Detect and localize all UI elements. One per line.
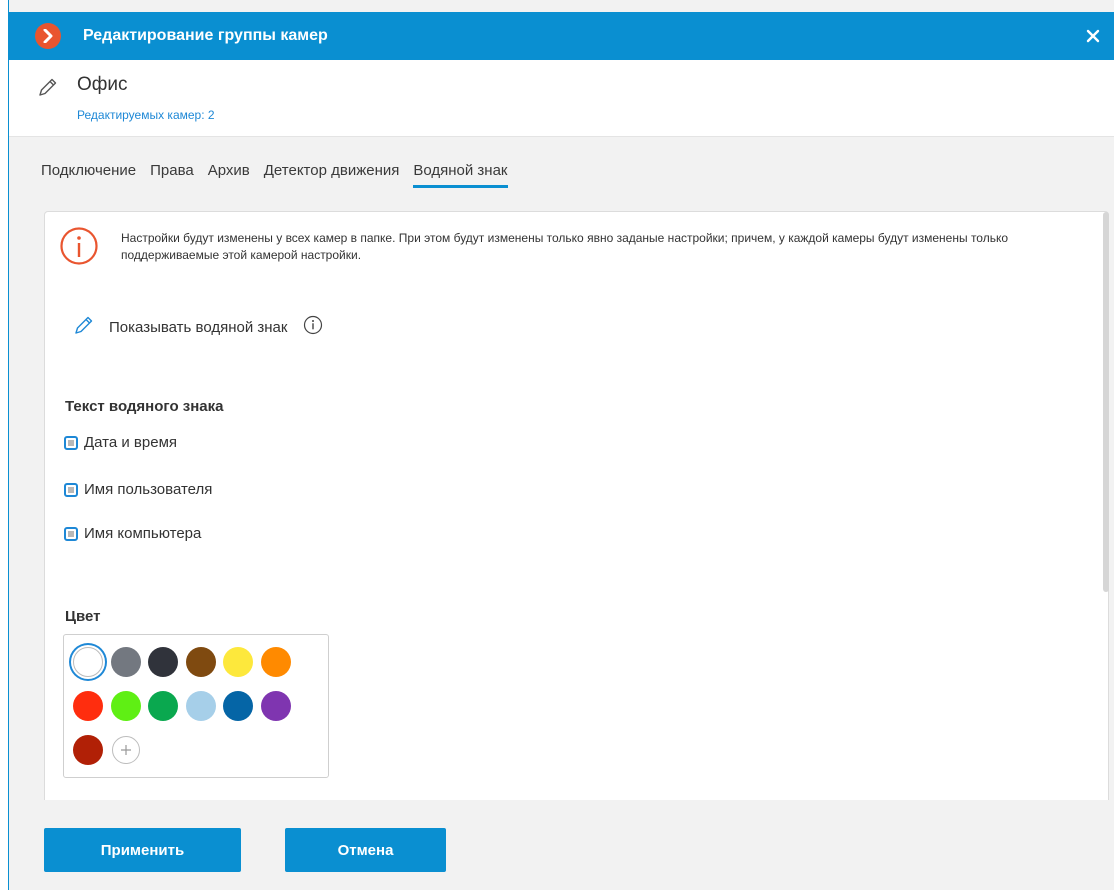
window-title: Редактирование группы камер [83, 27, 328, 44]
group-header: Офис Редактируемых камер: 2 [9, 60, 1114, 137]
group-name[interactable]: Офис [77, 74, 128, 96]
color-swatch[interactable] [223, 647, 253, 677]
edited-cameras-count: Редактируемых камер: 2 [77, 108, 215, 122]
settings-tabs: Подключение Права Архив Детектор движени… [41, 160, 522, 192]
color-swatch[interactable] [260, 647, 291, 677]
tab-motion-detector[interactable]: Детектор движения [264, 160, 400, 192]
watermark-settings-panel: Настройки будут изменены у всех камер в … [44, 211, 1109, 800]
color-swatch[interactable] [110, 647, 141, 677]
color-swatch[interactable] [73, 735, 103, 765]
color-swatch[interactable] [148, 691, 178, 721]
show-watermark-row: Показывать водяной знак [73, 314, 323, 341]
info-tooltip-icon[interactable] [303, 315, 323, 340]
color-swatch[interactable] [73, 691, 103, 721]
close-icon [1086, 29, 1100, 43]
tab-connection[interactable]: Подключение [41, 160, 136, 192]
tab-rights[interactable]: Права [150, 160, 194, 192]
cancel-button[interactable]: Отмена [285, 828, 446, 872]
edit-name-pencil-icon[interactable] [37, 76, 59, 103]
add-color-button[interactable] [111, 736, 140, 764]
color-swatch[interactable] [223, 691, 253, 721]
title-bar: Редактирование группы камер [9, 12, 1114, 60]
checkbox-indeterminate[interactable] [64, 482, 78, 497]
apply-button[interactable]: Применить [44, 828, 241, 872]
edit-camera-group-window: Редактирование группы камер Офис Редакти… [8, 0, 1114, 890]
checkbox-label: Имя пользователя [84, 481, 213, 498]
close-button[interactable] [1081, 24, 1105, 48]
tab-watermark[interactable]: Водяной знак [413, 160, 508, 192]
checkbox-computer-name[interactable]: Имя компьютера [64, 525, 201, 542]
color-swatch[interactable] [110, 691, 141, 721]
show-watermark-label: Показывать водяной знак [109, 319, 288, 336]
checkbox-label: Имя компьютера [84, 525, 202, 542]
color-swatch[interactable] [148, 647, 178, 677]
edit-pencil-icon[interactable] [73, 314, 95, 341]
color-swatch[interactable] [260, 691, 291, 721]
plus-icon [120, 745, 131, 755]
color-swatch[interactable] [73, 647, 103, 677]
color-swatch[interactable] [185, 691, 216, 721]
checkbox-indeterminate[interactable] [64, 526, 78, 541]
color-swatch[interactable] [185, 647, 216, 677]
checkbox-label: Дата и время [84, 434, 178, 451]
checkbox-indeterminate[interactable] [64, 435, 78, 450]
vertical-scrollbar[interactable] [1103, 212, 1109, 592]
info-icon [59, 226, 99, 271]
notice-text: Настройки будут изменены у всех камер в … [121, 231, 1009, 262]
checkbox-user-name[interactable]: Имя пользователя [64, 481, 212, 498]
watermark-text-title: Текст водяного знака [65, 398, 224, 415]
color-palette [63, 634, 329, 778]
color-title: Цвет [65, 608, 101, 625]
tab-archive[interactable]: Архив [208, 160, 250, 192]
app-logo-icon [35, 23, 61, 49]
checkbox-date-time[interactable]: Дата и время [64, 434, 177, 451]
